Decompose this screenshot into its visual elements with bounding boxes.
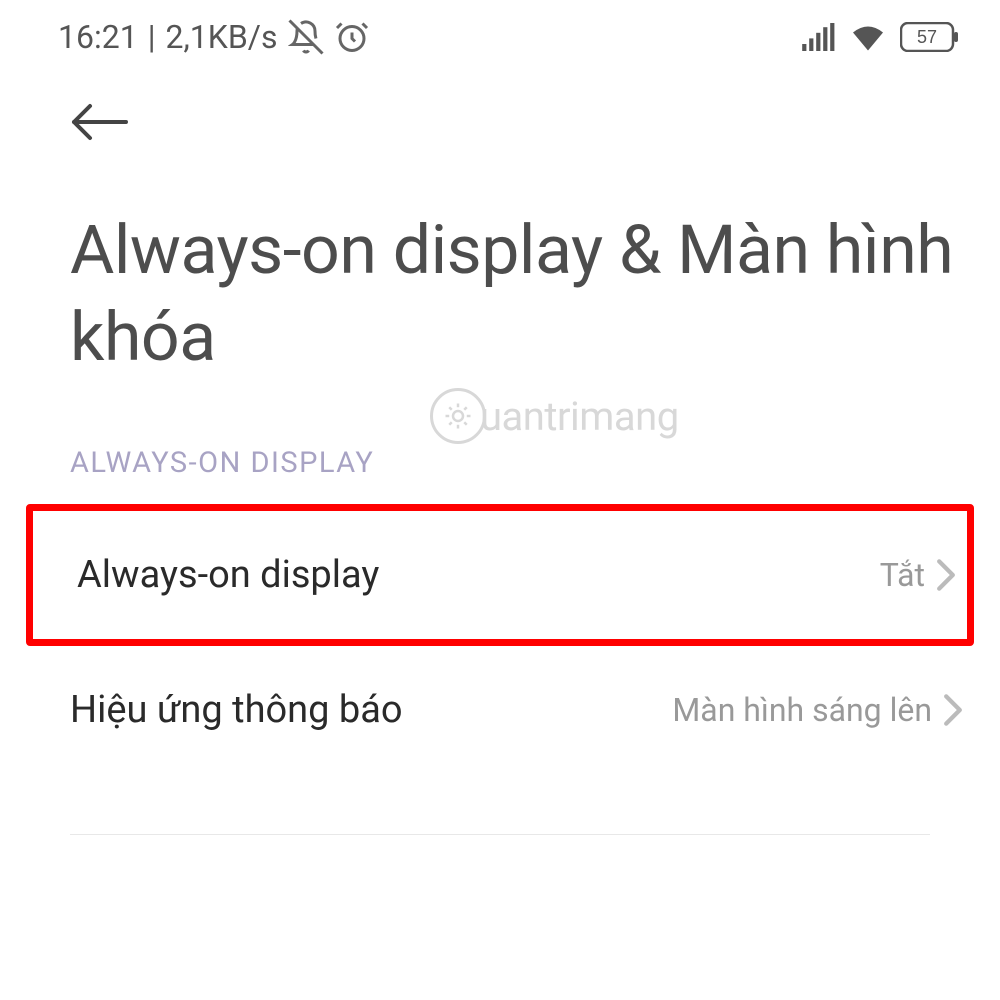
chevron-right-icon bbox=[935, 558, 957, 592]
setting-value-wrap: Tắt bbox=[880, 556, 957, 594]
setting-label: Always-on display bbox=[77, 553, 379, 597]
status-right: 57 bbox=[802, 22, 960, 52]
alarm-icon bbox=[334, 19, 370, 55]
setting-value: Màn hình sáng lên bbox=[672, 691, 932, 729]
back-button[interactable] bbox=[0, 66, 1000, 147]
status-separator: | bbox=[148, 18, 156, 56]
svg-text:57: 57 bbox=[917, 27, 937, 47]
page-title: Always-on display & Màn hình khóa bbox=[0, 147, 1000, 381]
section-label: ALWAYS-ON DISPLAY bbox=[0, 381, 1000, 480]
setting-value-wrap: Màn hình sáng lên bbox=[672, 691, 964, 729]
back-arrow-icon bbox=[68, 101, 130, 147]
settings-list: Always-on display Tắt Hiệu ứng thông báo… bbox=[0, 504, 1000, 774]
setting-row-always-on-display[interactable]: Always-on display Tắt bbox=[26, 504, 974, 646]
status-speed: 2,1KB/s bbox=[166, 18, 278, 56]
battery-icon: 57 bbox=[900, 22, 960, 52]
setting-row-notification-effect[interactable]: Hiệu ứng thông báo Màn hình sáng lên bbox=[0, 646, 1000, 774]
chevron-right-icon bbox=[942, 693, 964, 727]
setting-label: Hiệu ứng thông báo bbox=[70, 688, 403, 732]
status-left: 16:21 | 2,1KB/s bbox=[58, 18, 370, 56]
status-time: 16:21 bbox=[58, 18, 138, 56]
wifi-icon bbox=[850, 23, 886, 51]
setting-value: Tắt bbox=[880, 556, 925, 594]
signal-icon bbox=[802, 23, 836, 51]
divider bbox=[70, 834, 930, 835]
status-bar: 16:21 | 2,1KB/s bbox=[0, 0, 1000, 66]
mute-icon bbox=[288, 19, 324, 55]
